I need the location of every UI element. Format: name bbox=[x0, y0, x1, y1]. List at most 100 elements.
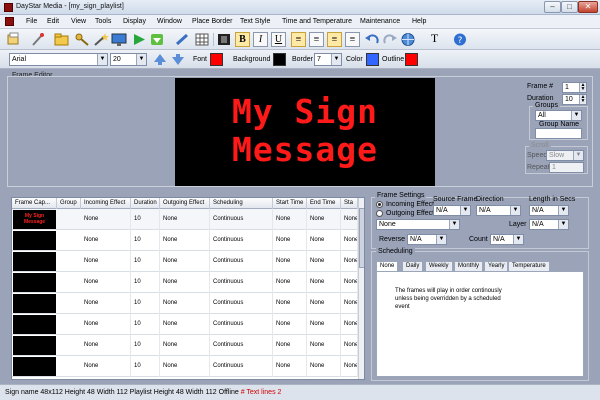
maximize-button[interactable]: □ bbox=[561, 1, 578, 13]
table-row[interactable]: None 10 None Continuous None None None bbox=[12, 272, 358, 293]
duration-spinner[interactable]: 10 ▲ ▼ bbox=[562, 94, 587, 105]
column-header[interactable]: Outgoing Effect bbox=[160, 198, 210, 209]
column-header[interactable]: Frame Cap... bbox=[12, 198, 57, 209]
menu-tools[interactable]: Tools bbox=[95, 18, 111, 25]
menu-display[interactable]: Display bbox=[123, 18, 146, 25]
down-arrow-icon[interactable] bbox=[170, 52, 186, 67]
spinner-arrows-icon[interactable]: ▲ ▼ bbox=[579, 95, 586, 104]
tab-daily[interactable]: Daily bbox=[402, 261, 424, 271]
font-name-select[interactable]: Arial ▼ bbox=[9, 53, 108, 66]
document-icon[interactable] bbox=[5, 17, 14, 26]
frame-number-spinner[interactable]: 1 ▲ ▼ bbox=[562, 82, 587, 93]
help-icon[interactable]: ? bbox=[452, 32, 468, 47]
download-icon[interactable] bbox=[149, 32, 165, 47]
menu-file[interactable]: File bbox=[26, 18, 37, 25]
italic-button[interactable]: I bbox=[253, 32, 268, 47]
outgoing-effect-radio[interactable] bbox=[376, 210, 383, 217]
tab-temperature[interactable]: Temperature bbox=[508, 261, 550, 271]
menu-window[interactable]: Window bbox=[157, 18, 182, 25]
sign-preview[interactable]: My Sign Message bbox=[175, 78, 435, 186]
underline-button[interactable]: U bbox=[271, 32, 286, 47]
source-frame-select[interactable]: N/A ▼ bbox=[433, 205, 471, 216]
column-header[interactable]: Start Time bbox=[273, 198, 307, 209]
direction-select[interactable]: N/A ▼ bbox=[476, 205, 521, 216]
wand-icon[interactable] bbox=[93, 32, 109, 47]
tab-monthly[interactable]: Monthly bbox=[454, 261, 484, 271]
align-left-icon[interactable]: ≡ bbox=[291, 32, 306, 47]
repeat-input[interactable]: 1 bbox=[549, 162, 584, 173]
color-swatch[interactable] bbox=[366, 53, 379, 66]
frame-thumbnail[interactable] bbox=[13, 273, 56, 292]
frame-thumbnail[interactable] bbox=[13, 252, 56, 271]
frame-thumbnail[interactable] bbox=[13, 294, 56, 313]
font-color-swatch[interactable] bbox=[210, 53, 223, 66]
speed-select[interactable]: Slow ▼ bbox=[546, 150, 584, 161]
column-header[interactable]: Scheduling bbox=[210, 198, 273, 209]
border-select[interactable]: 7 ▼ bbox=[314, 53, 342, 66]
group-name-input[interactable] bbox=[535, 128, 582, 139]
table-row[interactable]: None 10 None Continuous None None None bbox=[12, 335, 358, 356]
grid-icon[interactable] bbox=[194, 32, 210, 47]
table-row[interactable]: None 10 None Continuous None None None bbox=[12, 356, 358, 377]
column-header[interactable]: Sta bbox=[341, 198, 358, 209]
monitor-icon[interactable] bbox=[111, 32, 127, 47]
align-justify-icon[interactable]: ≡ bbox=[345, 32, 360, 47]
table-row[interactable]: None 10 None Continuous None None None bbox=[12, 314, 358, 335]
open-folder-icon[interactable] bbox=[54, 32, 70, 47]
up-arrow-icon[interactable] bbox=[152, 52, 168, 67]
table-row[interactable]: My Sign Message None 10 None Continuous None No… bbox=[12, 209, 358, 230]
length-select[interactable]: N/A ▼ bbox=[529, 205, 569, 216]
menu-place-border[interactable]: Place Border bbox=[192, 18, 232, 25]
spinner-arrows-icon[interactable]: ▲ ▼ bbox=[579, 83, 586, 92]
scrollbar-thumb[interactable] bbox=[359, 208, 364, 268]
frame-thumbnail[interactable]: My Sign Message bbox=[13, 210, 56, 229]
undo-icon[interactable] bbox=[364, 32, 380, 47]
film-icon[interactable] bbox=[216, 32, 232, 47]
reverse-select[interactable]: N/A ▼ bbox=[407, 234, 447, 245]
menu-maintenance[interactable]: Maintenance bbox=[360, 18, 400, 25]
bold-button[interactable]: B bbox=[235, 32, 250, 47]
menu-time-temperature[interactable]: Time and Temperature bbox=[282, 18, 352, 25]
key-icon[interactable] bbox=[74, 32, 90, 47]
chevron-down-icon: ▼ bbox=[436, 235, 446, 244]
effect-select[interactable]: None ▼ bbox=[376, 219, 460, 230]
tab-yearly[interactable]: Yearly bbox=[484, 261, 509, 271]
frame-thumbnail[interactable] bbox=[13, 231, 56, 250]
table-cell: None bbox=[341, 272, 358, 293]
redo-icon[interactable] bbox=[382, 32, 398, 47]
text-tool-icon[interactable]: T bbox=[427, 32, 442, 47]
align-center-icon[interactable]: ≡ bbox=[309, 32, 324, 47]
brush-icon[interactable] bbox=[30, 32, 46, 47]
menu-edit[interactable]: Edit bbox=[47, 18, 59, 25]
tab-weekly[interactable]: Weekly bbox=[425, 261, 453, 271]
frame-thumbnail[interactable] bbox=[13, 357, 56, 376]
menu-text-style[interactable]: Text Style bbox=[240, 18, 270, 25]
vertical-scrollbar[interactable] bbox=[358, 198, 364, 379]
font-size-select[interactable]: 20 ▼ bbox=[110, 53, 147, 66]
minimize-button[interactable]: – bbox=[544, 1, 561, 13]
menu-help[interactable]: Help bbox=[412, 18, 426, 25]
align-right-icon[interactable]: ≡ bbox=[327, 32, 342, 47]
column-header[interactable]: Duration bbox=[131, 198, 160, 209]
outline-color-swatch[interactable] bbox=[405, 53, 418, 66]
frame-thumbnail[interactable] bbox=[13, 336, 56, 355]
playlist-grid[interactable]: Frame Cap... Group Incoming Effect Durat… bbox=[11, 197, 365, 380]
table-row[interactable]: None 10 None Continuous None None None bbox=[12, 251, 358, 272]
count-select[interactable]: N/A ▼ bbox=[490, 234, 524, 245]
pencil-icon[interactable] bbox=[174, 32, 190, 47]
play-icon[interactable] bbox=[131, 32, 147, 47]
new-file-icon[interactable] bbox=[6, 32, 22, 47]
table-row[interactable]: None 10 None Continuous None None None bbox=[12, 230, 358, 251]
column-header[interactable]: Group bbox=[57, 198, 81, 209]
groups-select[interactable]: All ▼ bbox=[535, 110, 582, 121]
close-button[interactable]: ✕ bbox=[578, 1, 598, 13]
table-row[interactable]: None 10 None Continuous None None None bbox=[12, 293, 358, 314]
column-header[interactable]: End Time bbox=[307, 198, 341, 209]
incoming-effect-radio[interactable] bbox=[376, 201, 383, 208]
globe-icon[interactable] bbox=[400, 32, 416, 47]
background-color-swatch[interactable] bbox=[273, 53, 286, 66]
layer-select[interactable]: N/A ▼ bbox=[529, 219, 569, 230]
frame-thumbnail[interactable] bbox=[13, 315, 56, 334]
menu-view[interactable]: View bbox=[71, 18, 86, 25]
column-header[interactable]: Incoming Effect bbox=[81, 198, 131, 209]
